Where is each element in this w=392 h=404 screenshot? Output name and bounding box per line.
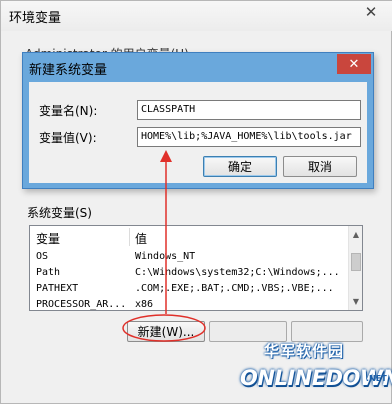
variable-name-label: 变量名(N): <box>39 104 98 118</box>
cancel-button[interactable]: 取消 <box>283 156 357 177</box>
system-variables-table[interactable]: 变量 值 OS Windows_NT Path C:\Windows\syste… <box>29 225 363 311</box>
ok-button[interactable]: 确定 <box>203 156 277 177</box>
row-variable-name: PROCESSOR_AR... <box>36 299 127 310</box>
watermark-net-text: .NET <box>366 374 387 383</box>
outer-window-title: 环境变量 <box>9 11 62 26</box>
row-variable-name: Path <box>36 267 61 278</box>
watermark-cn-text: 华军软件园 <box>264 342 345 360</box>
table-row[interactable]: OS Windows_NT <box>30 250 348 265</box>
table-row[interactable]: Path C:\Windows\system32;C:\Windows;... <box>30 266 348 281</box>
table-row[interactable]: PROCESSOR_AR... x86 <box>30 298 348 310</box>
system-variables-label: 系统变量(S) <box>27 206 92 220</box>
column-divider <box>129 228 130 246</box>
row-variable-value: x86 <box>135 299 154 310</box>
row-variable-value: Windows_NT <box>135 251 196 262</box>
table-scrollbar[interactable]: ▲ ▼ <box>348 226 362 310</box>
dialog-close-icon[interactable]: ✕ <box>337 54 371 74</box>
table-row[interactable]: PATHEXT .COM;.EXE;.BAT;.CMD;.VBS;.VBE;..… <box>30 282 348 297</box>
row-variable-value: .COM;.EXE;.BAT;.CMD;.VBS;.VBE;... <box>135 283 334 294</box>
dialog-body: 变量名(N): CLASSPATH 变量值(V): HOME%\lib;%JAV… <box>29 82 367 183</box>
outer-titlebar: 环境变量 ✕ <box>1 1 392 31</box>
scroll-down-arrow-icon[interactable]: ▼ <box>350 295 362 308</box>
outer-close-icon[interactable]: ✕ <box>355 1 387 23</box>
variable-value-label: 变量值(V): <box>39 131 97 145</box>
variable-name-input[interactable]: CLASSPATH <box>137 100 361 120</box>
variable-value-input[interactable]: HOME%\lib;%JAVA_HOME%\lib\tools.jar <box>137 127 361 147</box>
scroll-thumb[interactable] <box>351 253 361 271</box>
dialog-title: 新建系统变量 <box>29 63 108 78</box>
row-variable-value: C:\Windows\system32;C:\Windows;... <box>135 267 340 278</box>
onlinedown-watermark-logo: 华军软件园 ONLINEDOWN .NET <box>210 336 392 402</box>
scroll-up-arrow-icon[interactable]: ▲ <box>350 228 362 241</box>
new-system-variable-dialog: 新建系统变量 ✕ 变量名(N): CLASSPATH 变量值(V): HOME%… <box>22 52 374 189</box>
dialog-titlebar[interactable]: 新建系统变量 ✕ <box>23 53 373 82</box>
column-header-value[interactable]: 值 <box>135 230 147 247</box>
new-system-variable-button[interactable]: 新建(W)... <box>127 321 205 342</box>
row-variable-name: PATHEXT <box>36 283 79 294</box>
row-variable-name: OS <box>36 251 49 262</box>
column-header-variable[interactable]: 变量 <box>36 230 60 247</box>
